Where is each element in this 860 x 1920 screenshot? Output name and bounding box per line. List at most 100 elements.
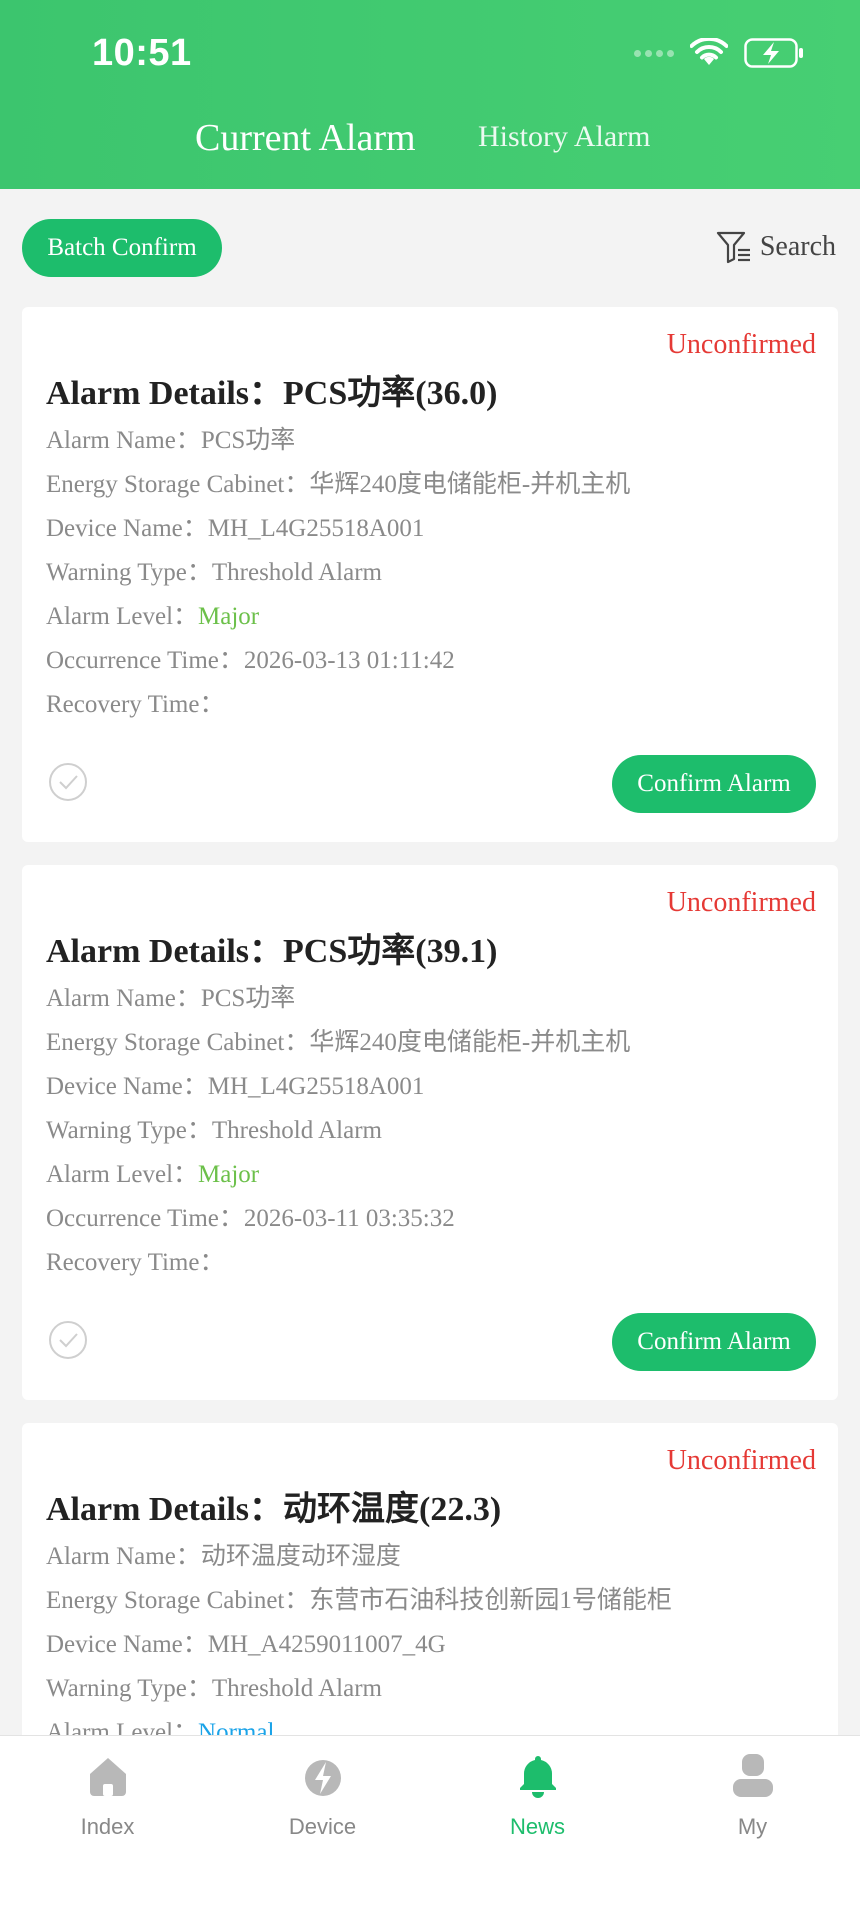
alarm-title: Alarm Details：动环温度(22.3): [46, 1481, 501, 1530]
field-value: 2026-03-11 03:35:32: [243, 1205, 455, 1232]
field-label: Device Name：: [46, 1073, 208, 1100]
nav-label: Index: [80, 1814, 135, 1839]
nav-device[interactable]: Device: [215, 1750, 430, 1840]
field-value: Threshold Alarm: [211, 559, 382, 586]
field-value: Threshold Alarm: [211, 1675, 382, 1702]
status-badge: Unconfirmed: [666, 329, 816, 360]
field-label: Alarm Level：: [46, 603, 199, 630]
field-value: MH_L4G25518A001: [207, 1073, 425, 1100]
field-value: Major: [198, 1161, 260, 1188]
person-icon: [732, 1754, 773, 1797]
select-checkbox-icon[interactable]: [48, 1320, 88, 1360]
field-label: Alarm Name：: [46, 1543, 201, 1570]
bottom-nav: Index Device News My: [0, 1735, 860, 1920]
field-value: 2026-03-13 01:11:42: [243, 647, 455, 674]
field-label: Alarm Name：: [46, 427, 201, 454]
nav-label: Device: [288, 1814, 357, 1839]
field-value: 华辉240度电储能柜-并机主机: [309, 1029, 631, 1056]
field-occurrence-time: Occurrence Time：2026-03-13 01:11:42: [46, 639, 630, 683]
status-time: 10:51: [92, 32, 192, 74]
field-label: Occurrence Time：: [46, 647, 244, 674]
lightning-icon: [304, 1760, 341, 1796]
field-alarm-level: Alarm Level：Major: [46, 595, 630, 639]
alarm-fields: Alarm Name：PCS功率 Energy Storage Cabinet：…: [46, 977, 630, 1285]
batch-confirm-button[interactable]: Batch Confirm: [22, 219, 222, 277]
search-label: Search: [759, 231, 836, 262]
field-label: Recovery Time：: [46, 691, 225, 718]
field-value: 华辉240度电储能柜-并机主机: [309, 471, 631, 498]
alarm-card: Unconfirmed Alarm Details：PCS功率(36.0) Al…: [22, 307, 838, 842]
field-device-name: Device Name：MH_A4259011007_4G: [46, 1623, 672, 1667]
nav-index[interactable]: Index: [0, 1750, 215, 1840]
field-value: PCS功率: [200, 427, 296, 454]
tab-current-alarm[interactable]: Current Alarm: [195, 116, 416, 160]
field-recovery-time: Recovery Time：: [46, 683, 630, 727]
select-checkbox-icon[interactable]: [48, 762, 88, 802]
alarm-tabs: Current Alarm History Alarm: [0, 116, 860, 176]
alarm-details-value: PCS功率(36.0): [283, 375, 498, 412]
wifi-icon: [690, 38, 728, 65]
status-badge: Unconfirmed: [666, 887, 816, 918]
field-label: Energy Storage Cabinet：: [46, 1587, 310, 1614]
app-header: 10:51 Current Alarm History Alarm: [0, 0, 860, 189]
cellular-signal-icon: [634, 49, 674, 57]
field-cabinet: Energy Storage Cabinet：东营市石油科技创新园1号储能柜: [46, 1579, 672, 1623]
field-value: Major: [198, 603, 260, 630]
field-value: MH_L4G25518A001: [207, 515, 425, 542]
alarm-details-value: 动环温度(22.3): [283, 1491, 502, 1528]
alarm-fields: Alarm Name：PCS功率 Energy Storage Cabinet：…: [46, 419, 630, 727]
field-label: Occurrence Time：: [46, 1205, 244, 1232]
alarm-title: Alarm Details：PCS功率(39.1): [46, 923, 497, 972]
nav-label: My: [737, 1814, 768, 1839]
battery-charging-icon: [744, 38, 803, 68]
field-cabinet: Energy Storage Cabinet：华辉240度电储能柜-并机主机: [46, 1021, 630, 1065]
field-label: Warning Type：: [46, 1117, 212, 1144]
field-label: Energy Storage Cabinet：: [46, 1029, 310, 1056]
field-warning-type: Warning Type：Threshold Alarm: [46, 1667, 672, 1711]
field-warning-type: Warning Type：Threshold Alarm: [46, 1109, 630, 1153]
confirm-alarm-button[interactable]: Confirm Alarm: [612, 755, 816, 813]
field-cabinet: Energy Storage Cabinet：华辉240度电储能柜-并机主机: [46, 463, 630, 507]
bell-icon: [519, 1756, 556, 1798]
field-alarm-name: Alarm Name：PCS功率: [46, 419, 630, 463]
field-label: Alarm Name：: [46, 985, 201, 1012]
field-label: Warning Type：: [46, 1675, 212, 1702]
field-value: MH_A4259011007_4G: [207, 1631, 446, 1658]
nav-news[interactable]: News: [430, 1750, 645, 1840]
alarm-details-value: PCS功率(39.1): [283, 933, 498, 970]
field-alarm-level: Alarm Level：Major: [46, 1153, 630, 1197]
field-label: Warning Type：: [46, 559, 212, 586]
nav-my[interactable]: My: [645, 1750, 860, 1840]
field-label: Device Name：: [46, 515, 208, 542]
field-occurrence-time: Occurrence Time：2026-03-11 03:35:32: [46, 1197, 630, 1241]
alarm-title: Alarm Details：PCS功率(36.0): [46, 365, 497, 414]
field-alarm-name: Alarm Name：动环温度动环湿度: [46, 1535, 672, 1579]
status-icons: [634, 38, 804, 68]
field-alarm-name: Alarm Name：PCS功率: [46, 977, 630, 1021]
field-device-name: Device Name：MH_L4G25518A001: [46, 507, 630, 551]
toolbar: Batch Confirm Search: [0, 189, 860, 307]
search-button[interactable]: Search: [716, 227, 836, 267]
alarm-fields: Alarm Name：动环温度动环湿度 Energy Storage Cabin…: [46, 1535, 672, 1755]
nav-label: News: [509, 1814, 565, 1839]
alarm-details-label: Alarm Details：: [46, 1491, 284, 1528]
field-value: PCS功率: [200, 985, 296, 1012]
field-label: Recovery Time：: [46, 1249, 225, 1276]
filter-icon: [716, 231, 750, 264]
field-label: Alarm Level：: [46, 1161, 199, 1188]
alarm-card: Unconfirmed Alarm Details：PCS功率(39.1) Al…: [22, 865, 838, 1400]
field-device-name: Device Name：MH_L4G25518A001: [46, 1065, 630, 1109]
field-recovery-time: Recovery Time：: [46, 1241, 630, 1285]
alarm-details-label: Alarm Details：: [46, 375, 284, 412]
field-value: 东营市石油科技创新园1号储能柜: [309, 1587, 672, 1614]
alarm-details-label: Alarm Details：: [46, 933, 284, 970]
confirm-alarm-button[interactable]: Confirm Alarm: [612, 1313, 816, 1371]
field-value: 动环温度动环湿度: [200, 1543, 401, 1570]
field-label: Device Name：: [46, 1631, 208, 1658]
status-badge: Unconfirmed: [666, 1445, 816, 1476]
home-icon: [89, 1758, 126, 1796]
field-label: Energy Storage Cabinet：: [46, 471, 310, 498]
field-warning-type: Warning Type：Threshold Alarm: [46, 551, 630, 595]
field-value: Threshold Alarm: [211, 1117, 382, 1144]
tab-history-alarm[interactable]: History Alarm: [478, 120, 651, 154]
